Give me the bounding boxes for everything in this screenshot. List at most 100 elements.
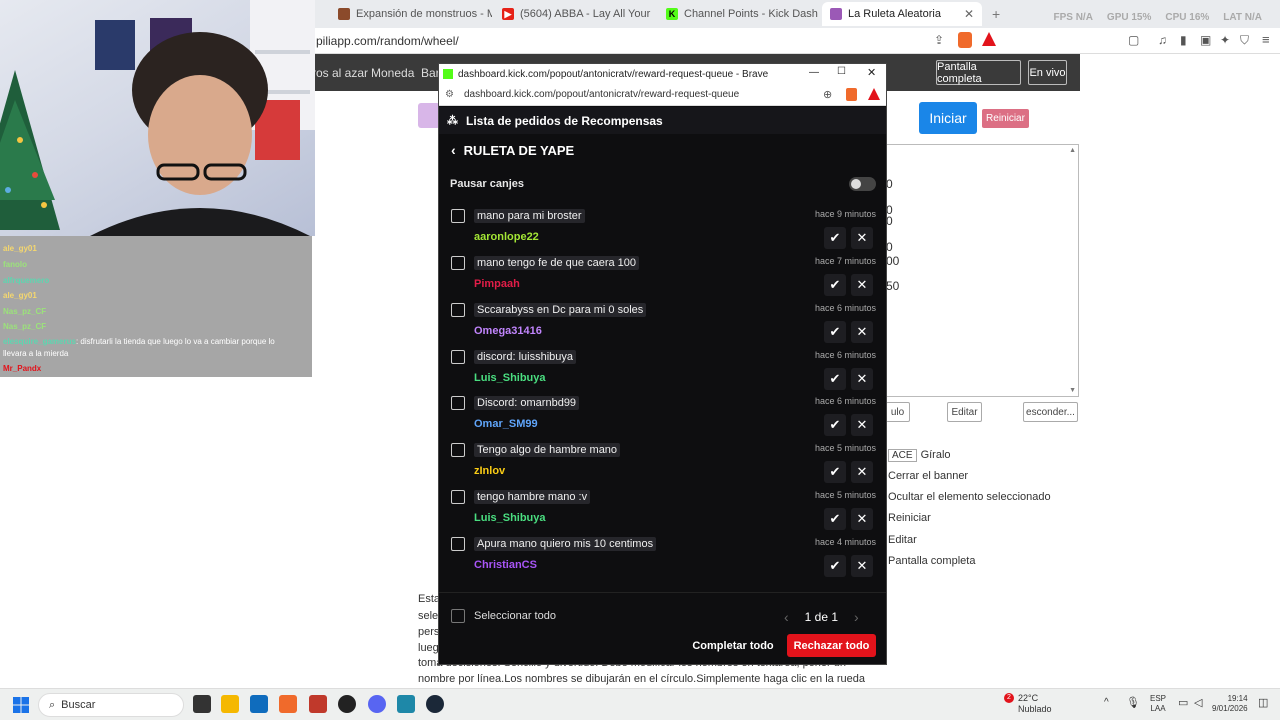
- share-icon[interactable]: ⇪: [934, 33, 944, 47]
- close-window-icon[interactable]: ✕: [867, 66, 876, 79]
- reset-button[interactable]: Reiniciar: [982, 109, 1029, 128]
- brave-shield-icon[interactable]: [958, 32, 972, 48]
- zoom-icon[interactable]: ⊕: [823, 88, 832, 101]
- request-user[interactable]: Omega31416: [474, 325, 542, 337]
- sidebar-toggle-icon[interactable]: ▢: [1128, 33, 1139, 47]
- request-checkbox[interactable]: [451, 350, 465, 364]
- request-user[interactable]: Luis_Shibuya: [474, 512, 546, 524]
- hide-button[interactable]: esconder...: [1023, 402, 1078, 422]
- approve-check-icon[interactable]: ✔: [824, 555, 846, 577]
- reject-x-icon[interactable]: ✕: [851, 414, 873, 436]
- request-user[interactable]: zInlov: [474, 465, 505, 477]
- approve-check-icon[interactable]: ✔: [824, 508, 846, 530]
- reject-x-icon[interactable]: ✕: [851, 555, 873, 577]
- store-icon[interactable]: [250, 695, 268, 713]
- request-checkbox[interactable]: [451, 443, 465, 457]
- microphone-icon[interactable]: 🎙: [1126, 696, 1140, 709]
- popup-url[interactable]: dashboard.kick.com/popout/antonicratv/re…: [464, 89, 739, 100]
- request-checkbox[interactable]: [451, 303, 465, 317]
- nav-random-numbers[interactable]: ros al azar: [312, 66, 368, 80]
- tab-youtube[interactable]: ▶ (5604) ABBA - Lay All Your Love O: [494, 2, 654, 26]
- tab-ruleta[interactable]: La Ruleta Aleatoria ✕: [822, 2, 982, 26]
- request-checkbox[interactable]: [451, 256, 465, 270]
- reject-x-icon[interactable]: ✕: [851, 321, 873, 343]
- new-tab-icon[interactable]: +: [992, 6, 1000, 22]
- complete-all-button[interactable]: Completar todo: [687, 634, 779, 657]
- brave-browser-icon[interactable]: [279, 695, 297, 713]
- language-indicator[interactable]: ESP LAA: [1150, 694, 1166, 714]
- network-icon[interactable]: ▭: [1178, 696, 1188, 709]
- title-button[interactable]: ulo: [886, 402, 910, 422]
- reject-x-icon[interactable]: ✕: [851, 274, 873, 296]
- vpn-icon[interactable]: ⛉: [1240, 33, 1249, 48]
- approve-check-icon[interactable]: ✔: [824, 368, 846, 390]
- minimize-icon[interactable]: —: [809, 67, 819, 78]
- notifications-icon[interactable]: ◫: [1258, 696, 1268, 709]
- clock[interactable]: 19:14 9/01/2026: [1212, 694, 1248, 714]
- nav-coin[interactable]: Moneda: [371, 66, 414, 80]
- approve-check-icon[interactable]: ✔: [824, 274, 846, 296]
- obs-icon[interactable]: [338, 695, 356, 713]
- select-all-label[interactable]: Seleccionar todo: [474, 610, 556, 622]
- select-all-checkbox[interactable]: [451, 609, 465, 623]
- request-checkbox[interactable]: [451, 209, 465, 223]
- file-explorer-icon[interactable]: [221, 695, 239, 713]
- wallet-icon[interactable]: ▣: [1200, 33, 1211, 47]
- reading-list-icon[interactable]: ▮: [1180, 33, 1187, 47]
- edit-button[interactable]: Editar: [947, 402, 982, 422]
- chevron-up-icon[interactable]: ^: [1104, 697, 1109, 708]
- approve-check-icon[interactable]: ✔: [824, 414, 846, 436]
- approve-check-icon[interactable]: ✔: [824, 227, 846, 249]
- start-button[interactable]: Iniciar: [919, 102, 977, 134]
- extensions-icon[interactable]: ✦: [1220, 33, 1230, 47]
- reject-x-icon[interactable]: ✕: [851, 227, 873, 249]
- scroll-down-icon[interactable]: ▼: [1069, 387, 1076, 394]
- reject-all-button[interactable]: Rechazar todo: [787, 634, 876, 657]
- pause-redemptions-toggle[interactable]: [849, 177, 876, 191]
- brave-shield-icon[interactable]: [846, 88, 857, 101]
- live-button[interactable]: En vivo: [1028, 60, 1067, 85]
- reward-title[interactable]: ‹ RULETA DE YAPE: [451, 142, 574, 158]
- site-info-icon[interactable]: ⚙: [445, 89, 454, 100]
- taskbar-search[interactable]: ⌕ Buscar: [38, 693, 184, 717]
- notes-icon[interactable]: [397, 695, 415, 713]
- request-user[interactable]: Omar_SM99: [474, 418, 538, 430]
- names-textarea[interactable]: ▲ ▼: [884, 144, 1079, 397]
- weather-widget[interactable]: 2 22°C Nublado: [1004, 693, 1052, 715]
- reject-x-icon[interactable]: ✕: [851, 368, 873, 390]
- app-icon[interactable]: [309, 695, 327, 713]
- media-icon[interactable]: ♫: [1158, 33, 1167, 47]
- request-user[interactable]: Luis_Shibuya: [474, 372, 546, 384]
- close-tab-icon[interactable]: ✕: [964, 7, 974, 21]
- reject-x-icon[interactable]: ✕: [851, 508, 873, 530]
- url-field[interactable]: piliapp.com/random/wheel/: [316, 34, 459, 48]
- back-chevron-icon[interactable]: ‹: [451, 142, 456, 158]
- approve-check-icon[interactable]: ✔: [824, 321, 846, 343]
- task-view-icon[interactable]: [193, 695, 211, 713]
- volume-icon[interactable]: ◁: [1194, 696, 1202, 709]
- next-page-icon[interactable]: ›: [854, 609, 859, 625]
- title-input-fragment[interactable]: [418, 103, 440, 128]
- brave-rewards-icon[interactable]: [868, 88, 880, 100]
- scroll-up-icon[interactable]: ▲: [1069, 147, 1076, 154]
- request-checkbox[interactable]: [451, 537, 465, 551]
- prev-page-icon[interactable]: ‹: [784, 609, 789, 625]
- nav-bar[interactable]: Bar: [421, 66, 440, 80]
- reject-x-icon[interactable]: ✕: [851, 461, 873, 483]
- steam-icon[interactable]: [426, 695, 444, 713]
- approve-check-icon[interactable]: ✔: [824, 461, 846, 483]
- request-checkbox[interactable]: [451, 396, 465, 410]
- brave-rewards-icon[interactable]: [982, 32, 996, 46]
- request-user[interactable]: Pimpaah: [474, 278, 520, 290]
- menu-icon[interactable]: ≡: [1262, 32, 1270, 47]
- windows-start-icon[interactable]: [13, 697, 29, 713]
- tab-kick-dashboard[interactable]: K Channel Points - Kick Dashboard: [658, 2, 818, 26]
- request-user[interactable]: aaronlope22: [474, 231, 539, 243]
- language-code: ESP: [1150, 694, 1167, 703]
- request-user[interactable]: ChristianCS: [474, 559, 537, 571]
- request-checkbox[interactable]: [451, 490, 465, 504]
- discord-icon[interactable]: [368, 695, 386, 713]
- tab-mods[interactable]: Expansión de monstruos - Mods - M: [330, 2, 492, 26]
- fullscreen-button[interactable]: Pantalla completa: [936, 60, 1021, 85]
- maximize-icon[interactable]: ☐: [837, 66, 846, 77]
